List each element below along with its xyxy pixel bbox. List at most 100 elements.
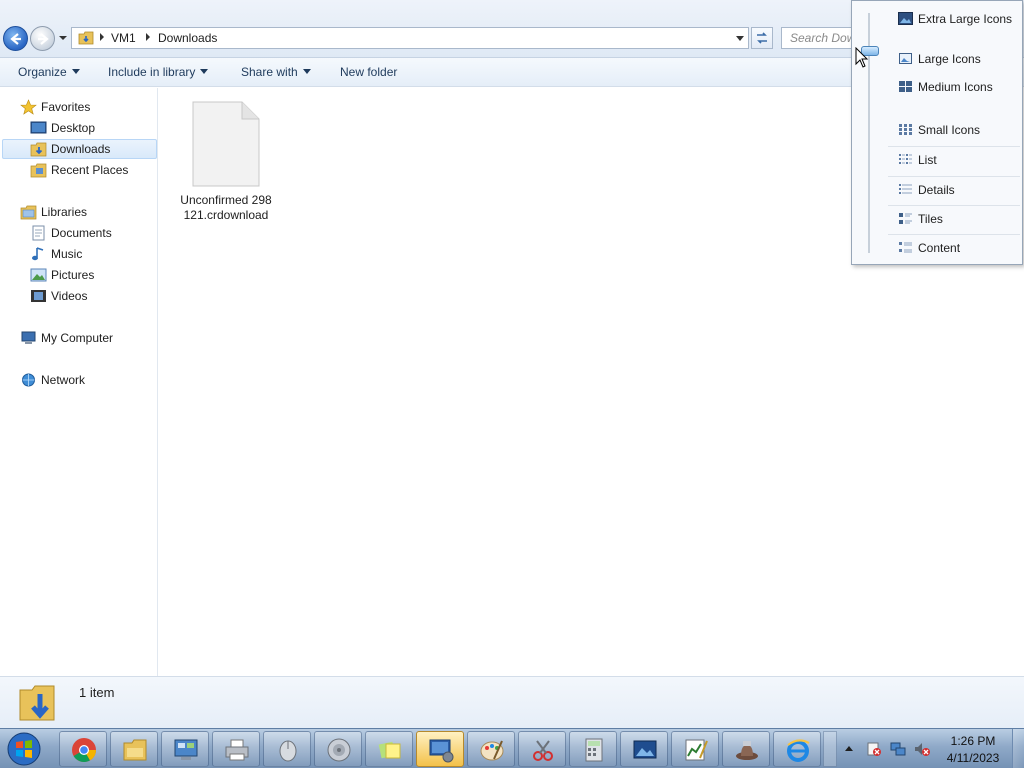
- address-dropdown-button[interactable]: [736, 36, 744, 41]
- show-desktop-button[interactable]: [1012, 729, 1024, 768]
- view-details[interactable]: Details: [888, 179, 1020, 201]
- speaker-icon: [327, 738, 351, 762]
- breadcrumb-separator[interactable]: [100, 33, 104, 41]
- taskbar-printer[interactable]: [212, 731, 260, 767]
- chevron-down-icon: [71, 69, 80, 74]
- taskbar-calculator[interactable]: [569, 731, 617, 767]
- navigation-pane: Favorites Desktop Downloads Recent Place…: [0, 88, 158, 676]
- taskbar-scroll-buttons[interactable]: [823, 731, 837, 767]
- back-button[interactable]: [3, 26, 28, 51]
- videos-icon: [31, 290, 46, 302]
- photo-viewer-icon: [633, 740, 657, 759]
- include-in-library-label: Include in library: [108, 65, 196, 79]
- nav-pictures-label: Pictures: [51, 268, 95, 282]
- taskbar-mouse[interactable]: [263, 731, 311, 767]
- view-details-label: Details: [918, 183, 955, 197]
- view-small-icons-label: Small Icons: [918, 123, 981, 137]
- star-icon: [20, 99, 37, 115]
- blank-file-icon: [192, 101, 260, 187]
- pictures-icon: [30, 268, 47, 282]
- view-large-icons[interactable]: Large Icons: [888, 48, 1020, 70]
- chrome-icon: [72, 738, 96, 763]
- start-button[interactable]: [4, 731, 44, 767]
- large-icons-icon: [899, 53, 912, 64]
- address-box[interactable]: VM1 Downloads: [71, 27, 749, 49]
- remote-desktop-icon: [429, 739, 454, 763]
- refresh-button[interactable]: [751, 27, 773, 49]
- view-small-icons[interactable]: Small Icons: [888, 119, 1020, 141]
- include-in-library-button[interactable]: Include in library: [108, 65, 209, 79]
- menu-separator: [888, 205, 1020, 206]
- view-medium-icons[interactable]: Medium Icons: [888, 76, 1020, 98]
- breadcrumb-downloads[interactable]: Downloads: [158, 31, 217, 45]
- menu-separator: [888, 176, 1020, 177]
- file-item[interactable]: [180, 100, 272, 193]
- folder-download-icon: [19, 685, 55, 721]
- taskbar-hat-app[interactable]: [722, 731, 770, 767]
- views-dropdown-menu: Extra Large Icons Large Icons Medium Ico…: [851, 0, 1023, 265]
- view-list[interactable]: List: [888, 149, 1020, 171]
- show-hidden-icons-button[interactable]: [845, 746, 853, 751]
- libraries-icon: [20, 205, 37, 220]
- computer-icon: [21, 331, 36, 344]
- action-center-icon[interactable]: [866, 741, 882, 757]
- sticky-notes-icon: [378, 741, 401, 759]
- details-view-icon: [899, 184, 912, 194]
- arrow-right-icon: [38, 33, 49, 45]
- details-pane: 1 item: [0, 676, 1024, 728]
- share-with-button[interactable]: Share with: [241, 65, 311, 79]
- taskbar-file-explorer[interactable]: [110, 731, 158, 767]
- nav-libraries-label: Libraries: [41, 205, 88, 219]
- medium-icons-icon: [899, 81, 912, 92]
- control-panel-icon: [174, 739, 198, 760]
- taskbar-sound[interactable]: [314, 731, 362, 767]
- taskbar-remote-desktop[interactable]: [416, 731, 464, 767]
- view-content[interactable]: Content: [888, 237, 1020, 259]
- view-medium-icons-label: Medium Icons: [918, 80, 993, 94]
- small-icons-icon: [899, 124, 912, 135]
- tiles-view-icon: [899, 213, 912, 224]
- organize-label: Organize: [18, 65, 67, 79]
- view-content-label: Content: [918, 241, 961, 255]
- taskbar-control-panel[interactable]: [161, 731, 209, 767]
- desktop-icon: [30, 121, 47, 134]
- documents-icon: [32, 225, 45, 241]
- volume-muted-icon[interactable]: [914, 741, 930, 757]
- nav-music-label: Music: [51, 247, 83, 261]
- arrow-left-icon: [10, 33, 21, 45]
- taskbar-internet-explorer[interactable]: [773, 731, 821, 767]
- extra-large-icons-icon: [898, 12, 913, 25]
- file-name-label[interactable]: Unconfirmed 298121.crdownload: [180, 193, 272, 223]
- taskbar-sticky-notes[interactable]: [365, 731, 413, 767]
- new-folder-button[interactable]: New folder: [340, 65, 397, 79]
- content-view-icon: [899, 242, 912, 253]
- clock-date[interactable]: 4/11/2023: [940, 751, 1006, 765]
- view-list-label: List: [918, 153, 937, 167]
- network-status-icon[interactable]: [890, 741, 906, 757]
- view-extra-large-icons-label: Extra Large Icons: [918, 12, 1013, 26]
- nav-downloads-label: Downloads: [51, 142, 111, 156]
- view-extra-large-icons[interactable]: Extra Large Icons: [888, 8, 1020, 30]
- nav-desktop-label: Desktop: [51, 121, 96, 135]
- view-tiles[interactable]: Tiles: [888, 208, 1020, 230]
- breadcrumb-vm1[interactable]: VM1: [111, 31, 136, 45]
- chart-editor-icon: [685, 739, 708, 761]
- taskbar-chart-editor[interactable]: [671, 731, 719, 767]
- menu-separator: [888, 146, 1020, 147]
- snipping-tool-icon: [533, 740, 553, 761]
- breadcrumb-separator[interactable]: [146, 33, 150, 41]
- mouse-icon: [279, 740, 297, 762]
- taskbar-chrome[interactable]: [59, 731, 107, 767]
- organize-button[interactable]: Organize: [18, 65, 80, 79]
- forward-button[interactable]: [30, 26, 55, 51]
- search-input[interactable]: Search Dow: [781, 27, 861, 49]
- clock-time[interactable]: 1:26 PM: [940, 734, 1006, 748]
- folder-download-icon: [30, 142, 47, 157]
- taskbar-snipping-tool[interactable]: [518, 731, 566, 767]
- share-with-label: Share with: [241, 65, 298, 79]
- taskbar-paint[interactable]: [467, 731, 515, 767]
- nav-videos-label: Videos: [51, 289, 88, 303]
- recent-pages-dropdown-icon[interactable]: [57, 33, 69, 43]
- taskbar: 1:26 PM 4/11/2023: [0, 728, 1024, 768]
- taskbar-photo-viewer[interactable]: [620, 731, 668, 767]
